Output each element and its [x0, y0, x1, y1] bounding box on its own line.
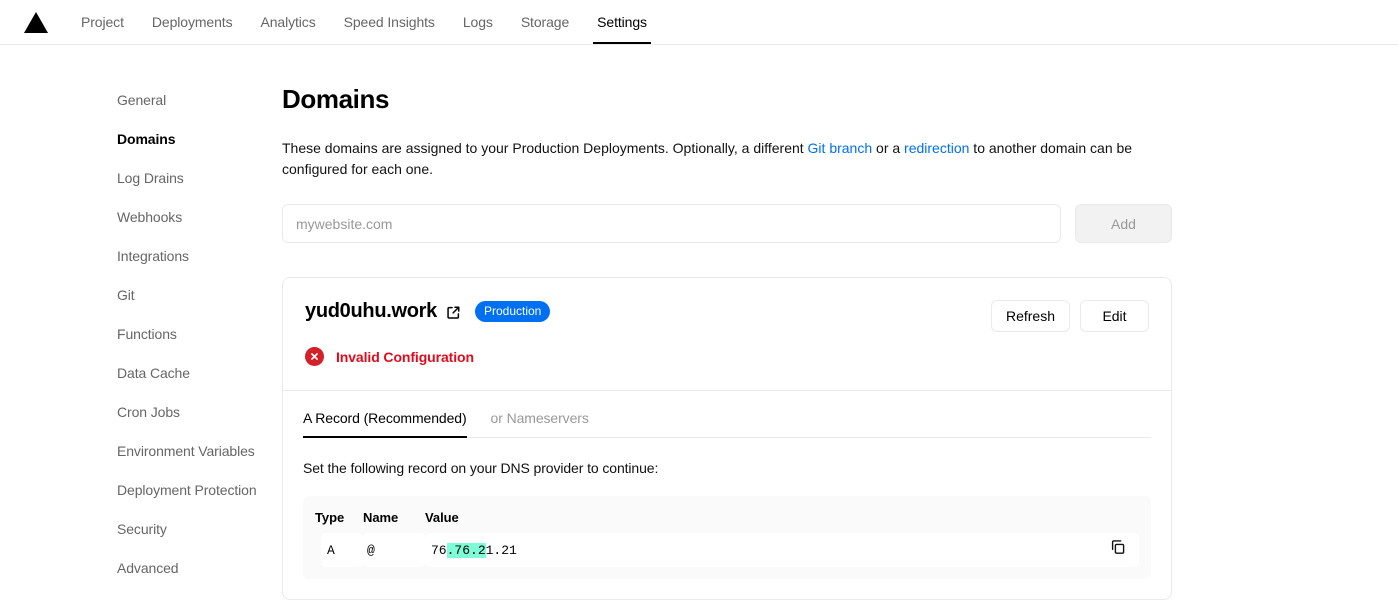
copy-icon[interactable]	[1107, 536, 1129, 558]
sidebar-item-webhooks[interactable]: Webhooks	[117, 198, 282, 237]
value-suffix: 1.21	[485, 542, 517, 558]
sidebar-item-domains[interactable]: Domains	[117, 120, 282, 159]
dns-config-tabs: A Record (Recommended) or Nameservers	[303, 391, 1151, 438]
sidebar-item-cron-jobs[interactable]: Cron Jobs	[117, 393, 282, 432]
nav-item-project[interactable]: Project	[67, 0, 138, 44]
sidebar-item-general[interactable]: General	[117, 81, 282, 120]
nav-item-logs[interactable]: Logs	[449, 0, 507, 44]
column-header-name: Name	[363, 510, 399, 525]
table-row: A @ 76.76.2 1.21	[315, 533, 1139, 567]
edit-button[interactable]: Edit	[1080, 300, 1149, 332]
domain-card-actions: Refresh Edit	[990, 300, 1149, 332]
tab-a-record[interactable]: A Record (Recommended)	[303, 410, 467, 438]
domain-card-body: A Record (Recommended) or Nameservers Set…	[283, 391, 1171, 599]
column-header-value: Value	[425, 510, 459, 525]
status-badge: Invalid Configuration	[336, 348, 474, 365]
nav-item-settings[interactable]: Settings	[583, 0, 661, 44]
cell-name: @	[363, 533, 425, 567]
cell-value: 76.76.2 1.21	[425, 533, 1139, 567]
tab-nameservers[interactable]: or Nameservers	[491, 410, 589, 437]
sidebar-item-functions[interactable]: Functions	[117, 315, 282, 354]
sidebar-item-environment-variables[interactable]: Environment Variables	[117, 432, 282, 471]
error-circle-x-icon	[305, 347, 324, 366]
value-prefix: 76	[431, 542, 447, 558]
sidebar-item-data-cache[interactable]: Data Cache	[117, 354, 282, 393]
domain-card: yud0uhu.work Production Invalid Configur…	[282, 277, 1172, 600]
top-navigation-bar: Project Deployments Analytics Speed Insight…	[0, 0, 1398, 45]
cell-type-value: A	[321, 533, 363, 567]
domain-card-header: yud0uhu.work Production Invalid Configur…	[283, 278, 1171, 390]
refresh-button[interactable]: Refresh	[990, 300, 1070, 332]
main-content: Domains These domains are assigned to yo…	[282, 81, 1172, 600]
vercel-logo[interactable]	[18, 0, 54, 44]
redirection-link[interactable]: redirection	[904, 140, 969, 156]
page-description: These domains are assigned to your Produ…	[282, 138, 1172, 180]
description-text-part-2: or a	[872, 140, 905, 156]
nav-item-analytics[interactable]: Analytics	[246, 0, 329, 44]
table-header-row: Type Name Value	[315, 506, 1139, 533]
settings-sidebar: General Domains Log Drains Webhooks Integrat…	[0, 81, 282, 600]
triangle-logo-icon	[24, 11, 48, 33]
add-domain-form: Add	[282, 204, 1172, 243]
domain-input[interactable]	[282, 204, 1061, 243]
sidebar-item-integrations[interactable]: Integrations	[117, 237, 282, 276]
sidebar-item-security[interactable]: Security	[117, 510, 282, 549]
external-link-icon[interactable]	[446, 305, 461, 320]
value-selected-text: .76.2	[446, 542, 486, 558]
domain-status-row: Invalid Configuration	[305, 347, 1149, 366]
cell-type: A	[315, 533, 363, 567]
nav-item-storage[interactable]: Storage	[507, 0, 583, 44]
page-title: Domains	[282, 84, 390, 114]
nav-item-speed-insights[interactable]: Speed Insights	[330, 0, 449, 44]
description-text-part-1: These domains are assigned to your Produ…	[282, 140, 808, 156]
dns-record-table: Type Name Value A @ 76.76.2 1.21	[303, 496, 1151, 579]
column-header-type: Type	[315, 510, 345, 525]
cell-value-text[interactable]: 76.76.2 1.21	[425, 533, 1139, 567]
dns-instruction-text: Set the following record on your DNS pro…	[303, 460, 659, 476]
git-branch-link[interactable]: Git branch	[808, 140, 873, 156]
cell-name-value: @	[363, 533, 425, 567]
top-nav-items: Project Deployments Analytics Speed Insight…	[67, 0, 661, 44]
environment-badge: Production	[474, 301, 551, 322]
sidebar-item-log-drains[interactable]: Log Drains	[117, 159, 282, 198]
page-container: General Domains Log Drains Webhooks Integrat…	[0, 45, 1398, 600]
sidebar-item-deployment-protection[interactable]: Deployment Protection	[117, 471, 282, 510]
sidebar-item-git[interactable]: Git	[117, 276, 282, 315]
nav-item-deployments[interactable]: Deployments	[138, 0, 247, 44]
domain-name: yud0uhu.work	[305, 300, 437, 322]
add-domain-button[interactable]: Add	[1075, 204, 1172, 243]
sidebar-item-advanced[interactable]: Advanced	[117, 549, 282, 588]
